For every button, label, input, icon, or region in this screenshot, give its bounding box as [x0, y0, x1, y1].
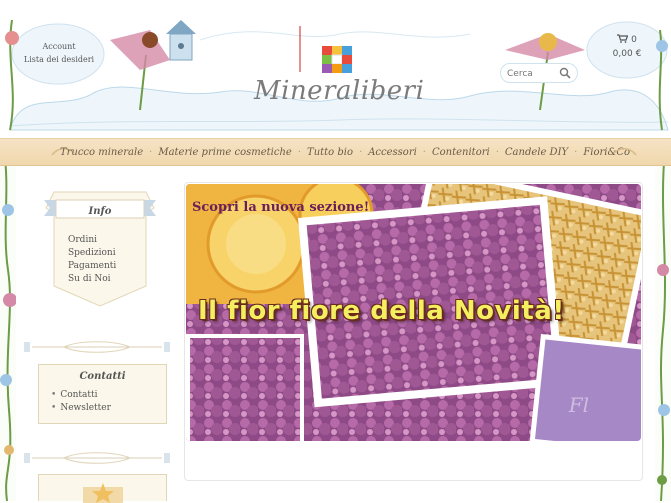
- banner-headline: Il fior fiore della Novità!: [198, 296, 565, 326]
- nav-item-contenitori[interactable]: Contenitori: [430, 147, 492, 158]
- info-link-pagamenti[interactable]: Pagamenti: [68, 260, 116, 273]
- account-links: Account Lista dei desideri: [18, 28, 100, 80]
- nav-separator: ·: [149, 146, 153, 158]
- ornamental-divider: [24, 341, 170, 353]
- right-floral-decoration: [655, 150, 671, 501]
- cart-total: 0,00 €: [612, 49, 642, 59]
- contatti-panel: Contatti Contatti Newsletter: [38, 364, 167, 424]
- search-icon[interactable]: [559, 67, 571, 79]
- cart-icon: [617, 34, 629, 43]
- cart-count: 0: [631, 35, 637, 45]
- account-link[interactable]: Account: [18, 40, 100, 53]
- nav-separator: ·: [297, 146, 302, 158]
- nav-item-tutto-bio[interactable]: Tutto bio: [305, 147, 355, 158]
- nav-curl-right-decoration: [613, 148, 637, 156]
- nav-separator: ·: [359, 146, 363, 158]
- search-input[interactable]: [505, 66, 561, 82]
- left-floral-decoration: [0, 150, 16, 501]
- main-navigation: Trucco minerale · Materie prime cosmetiche…: [0, 138, 671, 166]
- logo-cube-icon: [322, 46, 352, 73]
- nav-separator: ·: [422, 146, 426, 158]
- info-link-su-di-noi[interactable]: Su di Noi: [68, 273, 116, 286]
- site-logo-text[interactable]: Mineraliberi: [254, 76, 424, 106]
- nav-separator: ·: [574, 146, 578, 158]
- contatti-title: Contatti: [79, 371, 126, 382]
- nav-item-trucco-minerale[interactable]: Trucco minerale: [58, 147, 145, 158]
- info-links: Ordini Spedizioni Pagamenti Su di Noi: [68, 234, 116, 286]
- nav-item-materie-prime-cosmetiche[interactable]: Materie prime cosmetiche: [156, 147, 294, 158]
- cart-summary[interactable]: 0 0,00 €: [596, 28, 658, 72]
- banner-watermark: Fl: [568, 393, 589, 417]
- search-box: [500, 63, 578, 83]
- star-badge-icon: [83, 483, 123, 503]
- banner-subtitle: Scopri la nuova sezione!: [192, 200, 370, 215]
- ornamental-divider: [24, 452, 170, 464]
- info-title: Info: [88, 206, 112, 217]
- nav-item-accessori[interactable]: Accessori: [366, 147, 419, 158]
- nav-separator: ·: [495, 146, 499, 158]
- contatti-links: Contatti Newsletter: [51, 389, 111, 415]
- nav-item-candele-diy[interactable]: Candele DIY: [503, 147, 570, 158]
- info-link-ordini[interactable]: Ordini: [68, 234, 116, 247]
- nav-items: Trucco minerale · Materie prime cosmetiche…: [40, 139, 650, 165]
- site-header: Account Lista dei desideri Mineraliberi …: [0, 0, 671, 140]
- sidebar-card-partial: [38, 474, 167, 503]
- contatti-link-contatti[interactable]: Contatti: [51, 389, 111, 402]
- contatti-link-newsletter[interactable]: Newsletter: [51, 402, 111, 415]
- wishlist-link[interactable]: Lista dei desideri: [18, 53, 100, 66]
- info-panel: Info Ordini Spedizioni Pagamenti Su di N…: [40, 186, 160, 310]
- info-link-spedizioni[interactable]: Spedizioni: [68, 247, 116, 260]
- novelty-banner[interactable]: Scopri la nuova sezione! Il fior fiore d…: [186, 184, 641, 441]
